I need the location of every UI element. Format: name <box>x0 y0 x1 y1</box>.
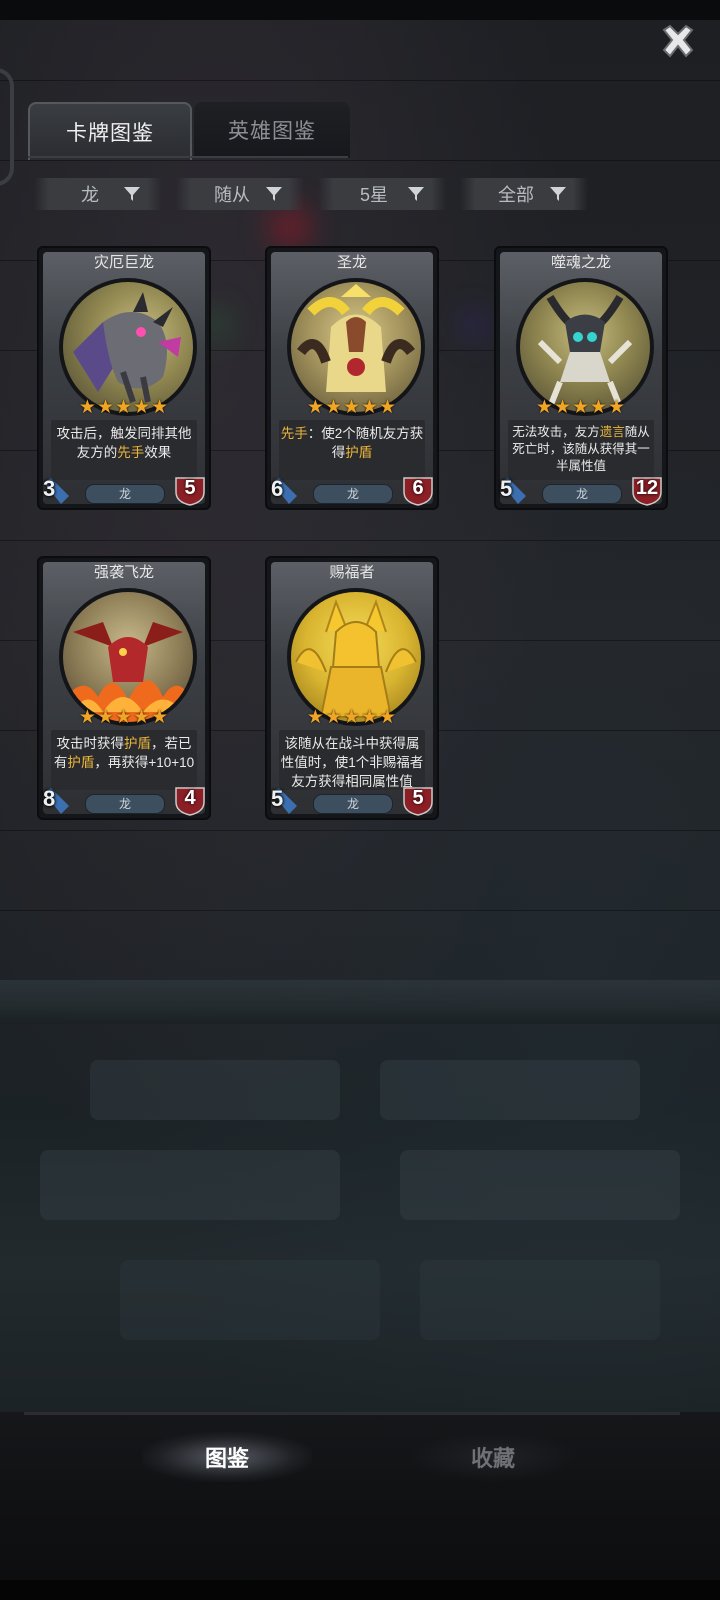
bottom-nav <box>0 1412 720 1600</box>
attack-stat: 6 <box>269 474 301 506</box>
card-name: 强袭飞龙 <box>93 564 154 581</box>
card-name: 噬魂之龙 <box>550 254 611 271</box>
attack-stat: 5 <box>498 474 530 506</box>
bottom-tab-codex[interactable]: 图鉴 <box>142 1432 312 1482</box>
card-soul-devourer-dragon[interactable]: 噬魂之龙 ★★★★★ 无法攻击，友方遗言随从死亡时，该随从获得其一半属性值 龙 … <box>494 246 668 510</box>
card-description: 该随从在战斗中获得属性值时，使1个非赐福者友方获得相同属性值 <box>279 730 425 790</box>
tab-hero-codex[interactable]: 英雄图鉴 <box>194 102 350 158</box>
filter-all-label: 全部 <box>498 185 534 205</box>
tribe-badge: 龙 <box>313 794 393 814</box>
filter-star-label: 5星 <box>359 185 388 205</box>
bottom-edge <box>0 1580 720 1600</box>
attack-stat: 3 <box>41 474 73 506</box>
health-stat: 12 <box>630 474 664 506</box>
filter-funnel-icon <box>266 187 282 201</box>
tab-card-codex[interactable]: 卡牌图鉴 <box>28 102 192 160</box>
card-assault-wyvern[interactable]: 强袭飞龙 ★★★★★ 攻击时获得护盾，若已有护盾，再获得+10+10 龙 8 4 <box>37 556 211 820</box>
health-stat: 5 <box>173 474 207 506</box>
star-rating: ★★★★★ <box>78 397 170 418</box>
close-icon[interactable] <box>656 20 700 64</box>
tribe-badge: 龙 <box>542 484 622 504</box>
bottom-tab-collection[interactable]: 收藏 <box>408 1432 578 1482</box>
filter-funnel-icon <box>124 187 140 201</box>
card-name: 赐福者 <box>329 564 375 581</box>
star-rating: ★★★★★ <box>306 707 398 728</box>
filter-funnel-icon <box>408 187 424 201</box>
filter-star[interactable]: 5星 <box>318 178 446 210</box>
card-description: 无法攻击，友方遗言随从死亡时，该随从获得其一半属性值 <box>508 420 654 480</box>
attack-stat: 8 <box>41 784 73 816</box>
tribe-badge: 龙 <box>313 484 393 504</box>
card-name: 圣龙 <box>336 254 367 271</box>
card-holy-dragon[interactable]: 圣龙 ★★★★★ 先手：使2个随机友方获得护盾 龙 6 6 <box>265 246 439 510</box>
tab-divider <box>28 156 348 158</box>
card-blessing-giver[interactable]: 赐福者 ★★★★★ 该随从在战斗中获得属性值时，使1个非赐福者友方获得相同属性值… <box>265 556 439 820</box>
filter-funnel-icon <box>550 187 566 201</box>
star-rating: ★★★★★ <box>306 397 398 418</box>
tribe-badge: 龙 <box>85 484 165 504</box>
bottom-nav-divider <box>24 1412 680 1415</box>
filter-card-type-label: 随从 <box>214 185 250 205</box>
card-name: 灾厄巨龙 <box>93 254 154 271</box>
health-stat: 4 <box>173 784 207 816</box>
card-description: 先手：使2个随机友方获得护盾 <box>279 420 425 480</box>
health-stat: 6 <box>401 474 435 506</box>
card-description: 攻击时获得护盾，若已有护盾，再获得+10+10 <box>51 730 197 790</box>
health-stat: 5 <box>401 784 435 816</box>
filter-all[interactable]: 全部 <box>460 178 588 210</box>
card-calamity-dragon[interactable]: 灾厄巨龙 ★★★★★ 攻击后，触发同排其他友方的先手效果 龙 3 5 <box>37 246 211 510</box>
attack-stat: 5 <box>269 784 301 816</box>
filter-tribe-label: 龙 <box>81 185 99 205</box>
star-rating: ★★★★★ <box>78 707 170 728</box>
filter-card-type[interactable]: 随从 <box>176 178 304 210</box>
side-frame-decoration <box>0 68 14 186</box>
star-rating: ★★★★★ <box>535 397 627 418</box>
card-description: 攻击后，触发同排其他友方的先手效果 <box>51 420 197 480</box>
filter-tribe[interactable]: 龙 <box>34 178 162 210</box>
tribe-badge: 龙 <box>85 794 165 814</box>
